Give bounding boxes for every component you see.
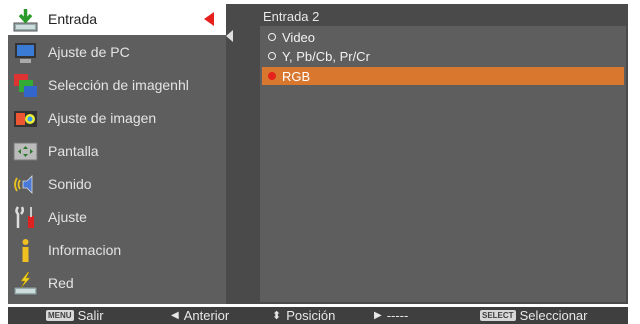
menu-item-entrada[interactable]: Entrada (8, 4, 228, 35)
panel-title: Entrada 2 (263, 9, 320, 24)
submenu-panel: Entrada 2 Video Y, Pb/Cb, Pr/Cr RGB (226, 4, 628, 304)
network-icon (13, 271, 38, 296)
menu-item-informacion[interactable]: Informacion (8, 235, 240, 266)
help-select: SELECT Seleccionar (480, 308, 588, 323)
back-arrow-icon[interactable] (226, 30, 233, 42)
option-list: Video Y, Pb/Cb, Pr/Cr RGB (260, 26, 626, 302)
help-previous: ◀ Anterior (171, 308, 229, 323)
help-bar: MENU Salir ◀ Anterior ⬍ Posición ▶ -----… (8, 307, 628, 324)
menu-item-label: Informacion (48, 242, 122, 258)
left-arrow-icon: ◀ (171, 310, 179, 321)
screen-icon (13, 142, 38, 161)
input-icon (13, 9, 38, 32)
menu-item-red[interactable]: Red (8, 268, 240, 299)
radio-selected-icon (268, 72, 276, 80)
image-adjust-icon (14, 111, 37, 127)
pc-adjust-icon (15, 43, 36, 63)
menu-item-ajuste[interactable]: Ajuste (8, 202, 240, 233)
sound-icon (14, 175, 33, 194)
menu-item-label: Selección de imagenhl (48, 77, 189, 93)
menu-item-ajuste-imagen[interactable]: Ajuste de imagen (8, 103, 240, 134)
menu-item-label: Pantalla (48, 143, 99, 159)
help-exit: MENU Salir (46, 308, 104, 323)
option-rgb[interactable]: RGB (262, 67, 624, 85)
menu-item-label: Entrada (48, 11, 98, 27)
menu-item-seleccion-imagen[interactable]: Selección de imagenhl (8, 70, 240, 101)
help-select-label: Seleccionar (519, 308, 588, 323)
help-next-label: ----- (386, 308, 409, 323)
option-label: Video (282, 30, 316, 45)
setting-icon (15, 206, 34, 228)
option-video[interactable]: Video (262, 28, 624, 46)
menu-item-ajuste-pc[interactable]: Ajuste de PC (8, 37, 240, 68)
help-next: ▶ ----- (374, 308, 408, 323)
active-indicator-icon (204, 12, 214, 26)
menu-item-label: Ajuste de imagen (48, 110, 157, 126)
menu-item-label: Sonido (48, 176, 92, 192)
image-select-icon (14, 74, 37, 97)
help-exit-label: Salir (77, 308, 104, 323)
select-key-icon: SELECT (480, 310, 516, 321)
up-down-arrow-icon: ⬍ (272, 310, 282, 322)
info-icon (22, 239, 29, 262)
option-component[interactable]: Y, Pb/Cb, Pr/Cr (262, 47, 624, 65)
radio-icon (268, 52, 276, 60)
help-position: ⬍ Posición (272, 308, 335, 323)
menu-item-label: Red (48, 275, 74, 291)
menu-item-pantalla[interactable]: Pantalla (8, 136, 240, 167)
menu-key-icon: MENU (46, 310, 74, 321)
option-label: Y, Pb/Cb, Pr/Cr (282, 49, 370, 64)
help-position-label: Posición (286, 308, 336, 323)
menu-item-label: Ajuste de PC (48, 44, 130, 60)
option-label: RGB (282, 69, 311, 84)
right-arrow-icon: ▶ (374, 310, 382, 321)
help-previous-label: Anterior (183, 308, 230, 323)
menu-item-label: Ajuste (48, 209, 87, 225)
menu-item-sonido[interactable]: Sonido (8, 169, 240, 200)
radio-icon (268, 33, 276, 41)
main-menu: Entrada Ajuste de PC Selección de imagen… (8, 4, 240, 304)
